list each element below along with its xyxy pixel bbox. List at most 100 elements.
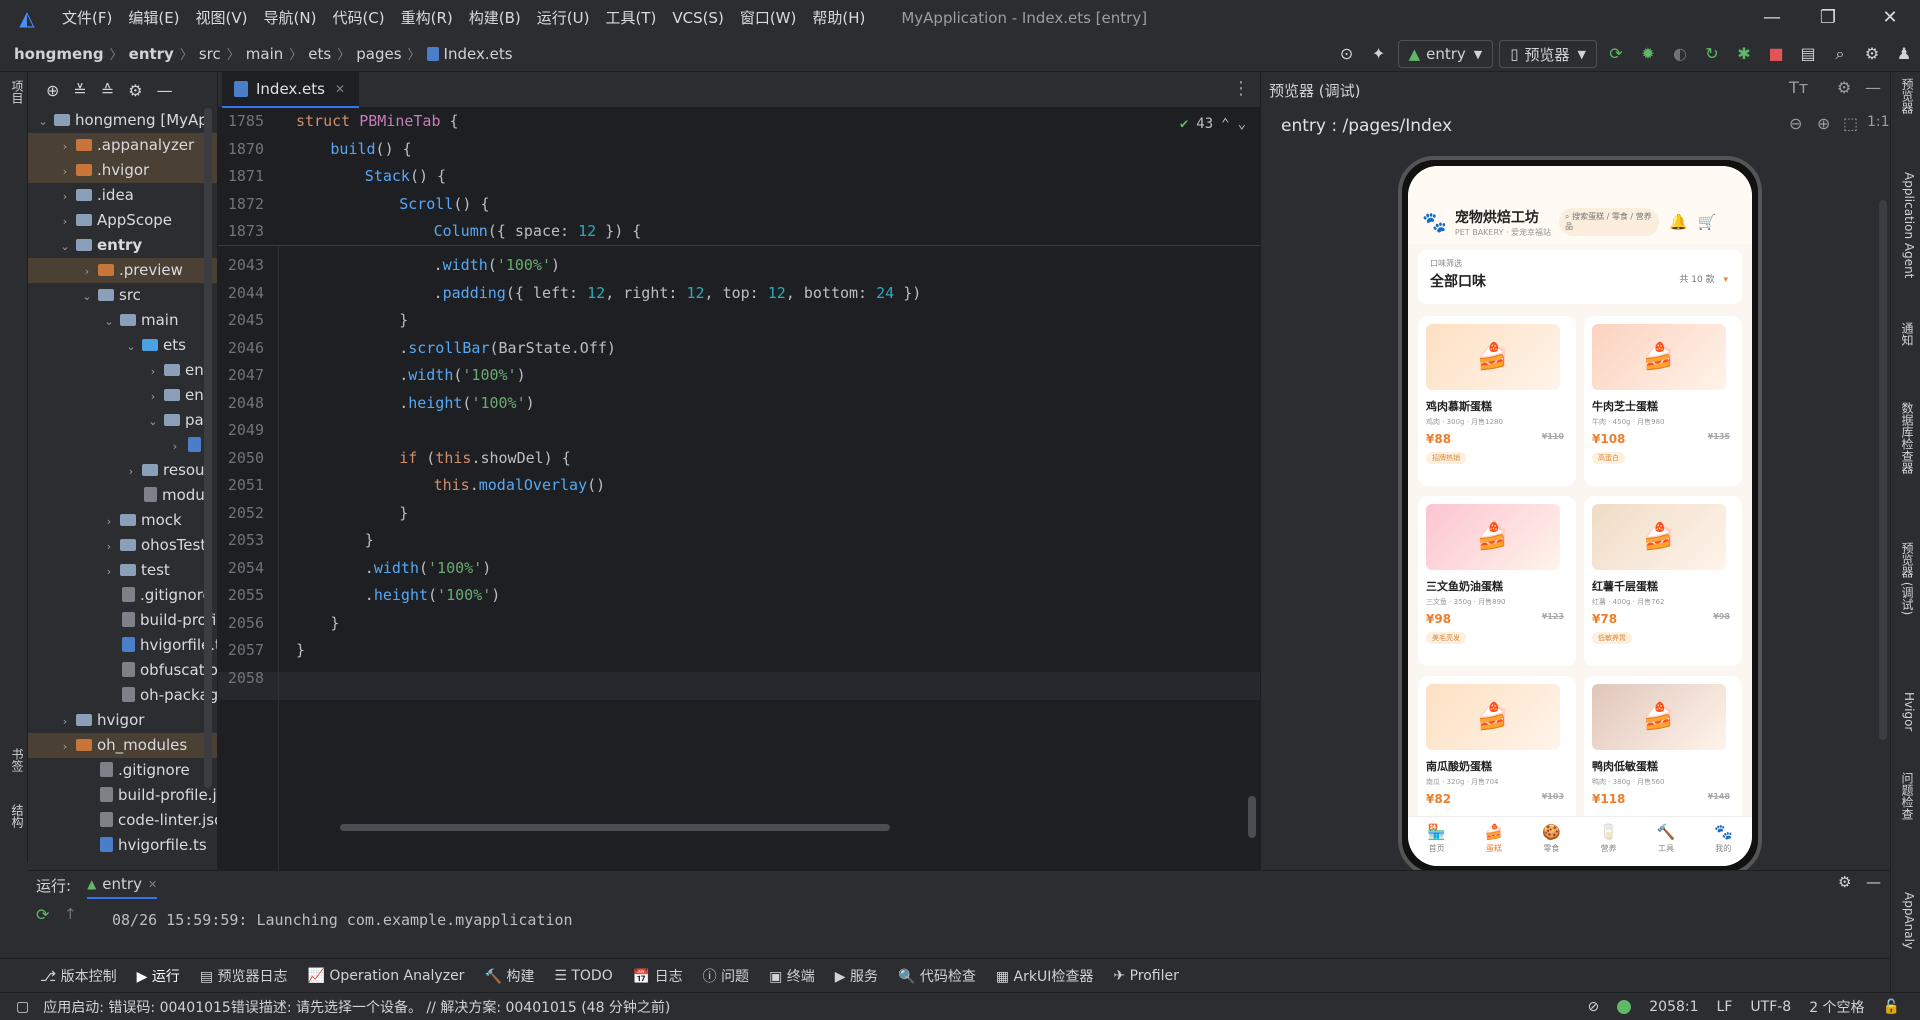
bookmarks-tool-tab[interactable]: 书签 (2, 748, 26, 772)
zoom-out-icon[interactable]: ⊖ (1789, 114, 1802, 133)
status-message[interactable]: 应用启动: 错误码: 00401015错误描述: 请先选择一个设备。 // 解决… (43, 997, 670, 1017)
tree-item[interactable]: › AppScope (28, 208, 217, 233)
menu-item[interactable]: 帮助(H) (804, 0, 873, 36)
chevron-down-icon[interactable]: ⌄ (102, 309, 116, 334)
fit-icon[interactable]: ⬚ (1843, 114, 1858, 133)
apply-changes-icon[interactable]: ↻ (1698, 40, 1726, 68)
tree-item[interactable]: › (28, 433, 217, 458)
right-tool-tab[interactable]: Application Agent (1896, 172, 1916, 278)
panel-toggle-icon[interactable]: ▢ (16, 999, 29, 1015)
tree-item[interactable]: ⌄ main (28, 308, 217, 333)
code-area[interactable]: 1785 struct PBMineTab {1870 build() {1871 S… (218, 108, 1260, 870)
file-encoding[interactable]: UTF-8 (1750, 999, 1791, 1015)
tree-item[interactable]: ⌄ entry (28, 233, 217, 258)
rerun-icon[interactable]: ⟳ (36, 905, 49, 924)
right-tool-tab[interactable]: 通知 (1896, 322, 1916, 346)
flavor-filter[interactable]: 口味筛选 全部口味 共 10 款 ▾ (1418, 250, 1742, 304)
app-tab[interactable]: 🔨 工具 (1637, 817, 1694, 866)
chevron-right-icon[interactable]: › (58, 134, 72, 159)
app-tab[interactable]: 🍪 零食 (1523, 817, 1580, 866)
tool-window-button[interactable]: 🔍 代码检查 (898, 966, 976, 986)
zoom-in-icon[interactable]: ⊕ (1817, 114, 1830, 133)
device-selector[interactable]: ▯ 预览器 ▼ (1499, 40, 1597, 68)
menu-item[interactable]: 重构(R) (393, 0, 461, 36)
tree-item[interactable]: › mock (28, 508, 217, 533)
product-card[interactable]: 🍰 鸡肉慕斯蛋糕 鸡肉 · 300g · 月售1280 ¥88 ¥110 招牌热销 (1418, 316, 1576, 486)
right-tool-tab[interactable]: 问题检查 (1896, 772, 1916, 820)
tool-window-button[interactable]: ▤ 预览器日志 (200, 966, 288, 986)
expand-all-icon[interactable]: ≚ (73, 81, 86, 100)
app-search-input[interactable]: ⌕ 搜索蛋糕 / 零食 / 营养品 (1559, 208, 1660, 236)
tab-run-entry[interactable]: ▲ entry ✕ (87, 871, 158, 899)
module-selector[interactable]: ▲ entry ▼ (1397, 40, 1494, 68)
tool-window-button[interactable]: ▶ 运行 (137, 966, 180, 986)
right-tool-tab[interactable]: 预览器 (1896, 78, 1916, 114)
breadcrumb-item[interactable]: pages (356, 45, 401, 63)
chevron-right-icon[interactable]: › (58, 709, 72, 734)
cart-icon[interactable]: 🛒 (1698, 213, 1717, 231)
tree-item[interactable]: ⌄ ets (28, 333, 217, 358)
chevron-right-icon[interactable]: › (146, 384, 160, 409)
tree-item[interactable]: › .appanalyzer (28, 133, 217, 158)
hide-icon[interactable]: — (1865, 78, 1881, 97)
menu-item[interactable]: VCS(S) (664, 0, 731, 36)
close-icon[interactable]: ✕ (1862, 0, 1918, 36)
tree-item[interactable]: oh-package. (28, 683, 217, 708)
gear-icon[interactable]: ⚙ (1838, 873, 1851, 891)
chevron-right-icon[interactable]: › (58, 734, 72, 759)
tool-window-button[interactable]: ▶ 服务 (835, 966, 878, 986)
lock-icon[interactable]: 🔓 (1883, 999, 1900, 1015)
chevron-up-icon[interactable]: ⌃ (1221, 116, 1229, 132)
inspection-widget[interactable]: ✔ 43 ⌃ ⌄ (1180, 116, 1246, 132)
zoom-ratio[interactable]: 1:1 (1867, 114, 1890, 130)
horizontal-scrollbar[interactable] (340, 824, 890, 831)
scroll-up-icon[interactable]: ↑ (64, 905, 77, 923)
menu-item[interactable]: 文件(F) (54, 0, 120, 36)
gear-icon[interactable]: ⚙ (1858, 40, 1886, 68)
menu-item[interactable]: 编辑(E) (120, 0, 187, 36)
stop-icon[interactable]: ■ (1762, 40, 1790, 68)
chevron-right-icon[interactable]: › (58, 159, 72, 184)
tree-item[interactable]: › hvigor (28, 708, 217, 733)
tool-window-button[interactable]: ✈ Profiler (1113, 968, 1178, 984)
breadcrumb-item[interactable]: hongmeng (14, 45, 104, 63)
menu-item[interactable]: 代码(C) (324, 0, 392, 36)
font-size-icon[interactable]: Tт (1789, 78, 1808, 97)
chevron-right-icon[interactable]: › (124, 459, 138, 484)
chevron-down-icon[interactable]: ⌄ (146, 409, 160, 434)
chevron-right-icon[interactable]: › (58, 184, 72, 209)
right-tool-tab[interactable]: Hvigor (1896, 692, 1916, 731)
app-tab[interactable]: 🏪 首页 (1408, 817, 1465, 866)
breadcrumb-item[interactable]: src (199, 45, 221, 63)
breadcrumb-item[interactable]: Index.ets (444, 45, 513, 63)
chevron-right-icon[interactable]: › (168, 434, 182, 459)
more-vertical-icon[interactable]: ⋮ (1232, 78, 1250, 99)
menu-item[interactable]: 窗口(W) (732, 0, 805, 36)
tree-item[interactable]: › .hvigor (28, 158, 217, 183)
phone-screen[interactable]: 🐾 宠物烘焙工坊 PET BAKERY · 爱宠幸福站 ⌕ 搜索蛋糕 / 零食 … (1408, 166, 1752, 866)
chevron-down-icon[interactable]: ⌄ (1238, 116, 1246, 132)
menu-item[interactable]: 视图(V) (188, 0, 256, 36)
product-card[interactable]: 🍰 三文鱼奶油蛋糕 三文鱼 · 350g · 月售890 ¥98 ¥123 美毛亮发 (1418, 496, 1576, 666)
menu-item[interactable]: 构建(B) (461, 0, 529, 36)
chevron-right-icon[interactable]: › (58, 209, 72, 234)
chevron-right-icon[interactable]: › (80, 259, 94, 284)
tree-item[interactable]: ⌄ hongmeng [MyAp (28, 108, 217, 133)
tree-item[interactable]: hvigorfile.ts (28, 833, 217, 858)
chevron-right-icon[interactable]: › (102, 534, 116, 559)
collapse-all-icon[interactable]: ≙ (101, 81, 114, 100)
caret-position[interactable]: 2058:1 (1649, 999, 1698, 1015)
right-tool-tab[interactable]: 数据库检查器 (1896, 402, 1916, 474)
tree-item[interactable]: .gitignore (28, 583, 217, 608)
tree-item[interactable]: code-linter.json (28, 808, 217, 833)
user-icon[interactable]: ♟ (1890, 40, 1918, 68)
menu-item[interactable]: 运行(U) (529, 0, 598, 36)
close-tab-icon[interactable]: ✕ (335, 82, 345, 96)
app-tab[interactable]: 🥛 营养 (1580, 817, 1637, 866)
attach-debugger-icon[interactable]: ◐ (1666, 40, 1694, 68)
breadcrumb-item[interactable]: entry (129, 45, 174, 63)
profile-icon[interactable]: ✱ (1730, 40, 1758, 68)
tool-window-button[interactable]: ⎇ 版本控制 (40, 966, 117, 986)
previewer-scrollbar[interactable] (1879, 200, 1887, 740)
structure-tool-tab[interactable]: 结构 (2, 804, 26, 828)
